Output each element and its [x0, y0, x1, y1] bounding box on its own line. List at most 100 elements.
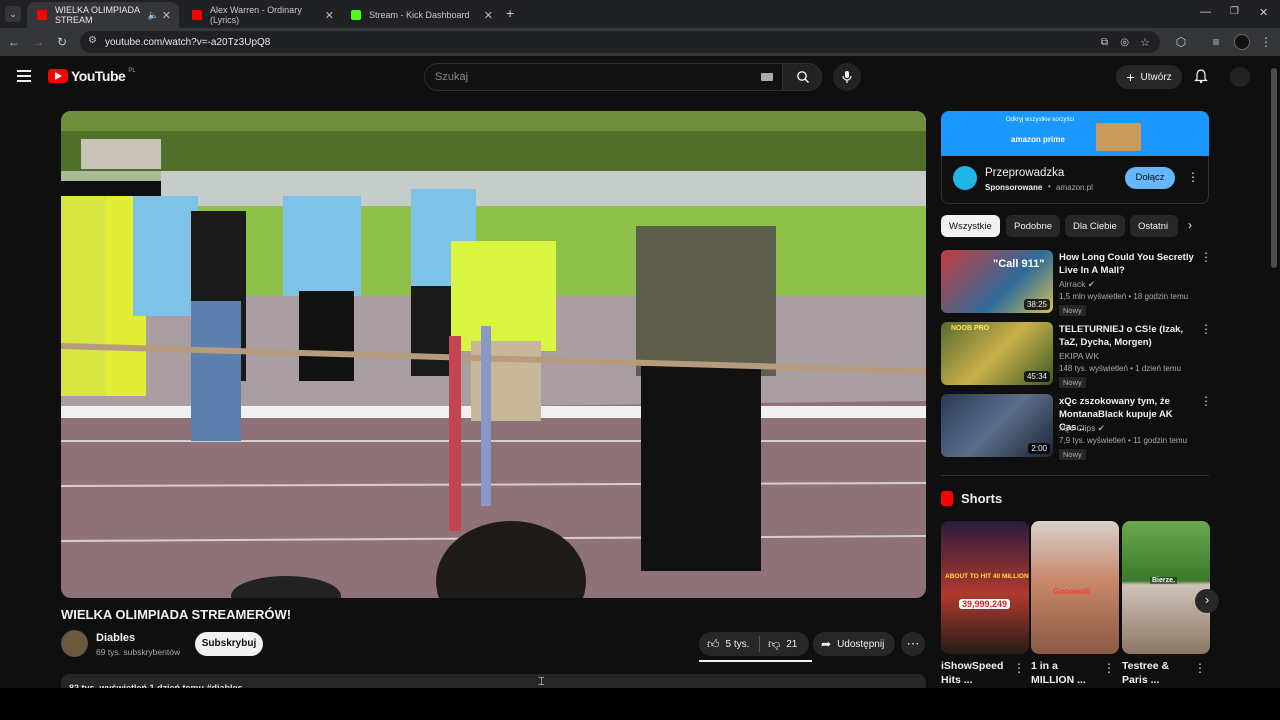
- ad-banner[interactable]: Odkryj wszystkie korzyści amazon prime: [941, 111, 1209, 156]
- bottom-black-strip: [0, 688, 1280, 720]
- close-tab-icon[interactable]: ✕: [484, 9, 493, 22]
- keyboard-icon[interactable]: [761, 73, 773, 81]
- kick-favicon-icon: [351, 10, 361, 20]
- tab-search-button[interactable]: ⌄: [5, 6, 21, 22]
- chip-all[interactable]: Wszystkie: [941, 215, 1000, 237]
- related-meta: 148 tys. wyświetleń • 1 dzień temu: [1059, 364, 1181, 373]
- youtube-logo[interactable]: YouTube PL: [48, 68, 136, 84]
- youtube-favicon-icon: [192, 10, 202, 20]
- chip-recent[interactable]: Ostatni: [1130, 215, 1178, 237]
- sponsored-label: Sponsorowane: [985, 183, 1043, 192]
- tab-label: Stream - Kick Dashboard: [369, 10, 470, 20]
- extensions-icon[interactable]: ⬡: [1173, 34, 1189, 50]
- video-title: WIELKA OLIMPIADA STREAMERÓW!: [61, 607, 292, 622]
- maximize-icon[interactable]: ❐: [1230, 6, 1239, 17]
- media-queue-icon[interactable]: ≡: [1208, 34, 1224, 50]
- search-input[interactable]: Szukaj: [424, 63, 784, 91]
- thumbs-down-icon: 👎︎: [768, 636, 781, 651]
- browser-tab-kick[interactable]: Stream - Kick Dashboard ✕: [341, 2, 501, 28]
- video-thumbnail[interactable]: NOOB PRO 45:34: [941, 322, 1053, 385]
- short-title[interactable]: Testree & Paris ...: [1122, 659, 1192, 687]
- address-bar[interactable]: ⚙ youtube.com/watch?v=-a20Tz3UpQ8 ⧉ ◎ ☆: [80, 31, 1160, 53]
- ad-kebab-icon[interactable]: ⋮: [1187, 170, 1199, 184]
- short-kebab-icon[interactable]: ⋮: [1103, 661, 1115, 675]
- ad-title: Przeprowadzka: [985, 167, 1065, 179]
- chip-for-you[interactable]: Dla Ciebie: [1065, 215, 1125, 237]
- join-button[interactable]: Dołącz: [1125, 167, 1175, 189]
- short-kebab-icon[interactable]: ⋮: [1194, 661, 1206, 675]
- related-meta: 1,5 mln wyświetleń • 18 godzin temu: [1059, 292, 1189, 301]
- related-video-title: How Long Could You Secretly Live In A Ma…: [1059, 252, 1194, 276]
- eye-off-icon[interactable]: ◎: [1120, 37, 1129, 48]
- close-window-icon[interactable]: ✕: [1259, 6, 1268, 19]
- related-video[interactable]: "Call 911" 38:25 How Long Could You Secr…: [941, 250, 1212, 316]
- back-icon[interactable]: ←: [6, 34, 22, 50]
- related-channel: Airrack: [1059, 279, 1086, 289]
- new-badge: Nowy: [1059, 305, 1086, 316]
- search-button[interactable]: [782, 63, 822, 91]
- subscribe-button[interactable]: Subskrybuj: [195, 632, 263, 656]
- microphone-icon: [842, 71, 852, 83]
- related-video[interactable]: NOOB PRO 45:34 TELETURNIEJ o CS!e (Izak,…: [941, 322, 1212, 388]
- video-thumbnail[interactable]: 2:00: [941, 394, 1053, 457]
- box-illustration-icon: [1096, 123, 1141, 151]
- shorts-next-button[interactable]: ›: [1195, 589, 1219, 613]
- thumbs-up-icon: 👍︎: [707, 636, 720, 651]
- channel-line: Airrack ✔: [1059, 279, 1095, 290]
- notifications-bell-icon[interactable]: [1194, 69, 1208, 84]
- browser-tab-bar: ⌄ WIELKA OLIMPIADA STREAM 🔈 ✕ Alex Warre…: [0, 0, 1280, 28]
- account-avatar[interactable]: [1230, 67, 1250, 87]
- hamburger-menu-icon[interactable]: [17, 70, 31, 82]
- short-kebab-icon[interactable]: ⋮: [1013, 661, 1025, 675]
- browser-tab-music[interactable]: Alex Warren - Ordinary (Lyrics) ✕: [182, 2, 342, 28]
- related-video[interactable]: 2:00 xQc zszokowany tym, że MontanaBlack…: [941, 394, 1212, 460]
- related-kebab-icon[interactable]: ⋮: [1200, 394, 1212, 408]
- browser-tab-youtube-active[interactable]: WIELKA OLIMPIADA STREAM 🔈 ✕: [27, 2, 179, 28]
- related-video-title: TELETURNIEJ o CS!e (Izak, TaZ, Dycha, Mo…: [1059, 324, 1184, 348]
- close-tab-icon[interactable]: ✕: [325, 9, 334, 22]
- bookmark-star-icon[interactable]: ☆: [1140, 36, 1150, 49]
- browser-menu-icon[interactable]: ⋮: [1258, 34, 1274, 50]
- minimize-icon[interactable]: —: [1200, 6, 1211, 18]
- forward-icon[interactable]: →: [30, 34, 46, 50]
- share-icon: ➦: [821, 637, 832, 651]
- new-tab-button[interactable]: +: [506, 5, 514, 21]
- short-title[interactable]: iShowSpeed Hits ...: [941, 659, 1011, 687]
- create-button[interactable]: + Utwórz: [1116, 65, 1182, 89]
- video-player[interactable]: [61, 111, 926, 598]
- related-meta: 7,9 tys. wyświetleń • 11 godzin temu: [1059, 436, 1188, 445]
- close-tab-icon[interactable]: ✕: [162, 9, 171, 22]
- chip-related[interactable]: Podobne: [1006, 215, 1061, 237]
- short-thumbnail[interactable]: ABOUT TO HIT 40 MILLION 39,999,249: [941, 521, 1029, 654]
- channel-name[interactable]: Diables: [96, 632, 135, 644]
- region-code: PL: [128, 68, 136, 74]
- related-kebab-icon[interactable]: ⋮: [1200, 250, 1212, 264]
- site-info-icon[interactable]: ⚙: [88, 35, 97, 46]
- like-button[interactable]: 👍︎ 5 tys.: [699, 637, 759, 652]
- profile-avatar[interactable]: [1234, 34, 1250, 50]
- video-thumbnail[interactable]: "Call 911" 38:25: [941, 250, 1053, 313]
- related-kebab-icon[interactable]: ⋮: [1200, 322, 1212, 336]
- chips-next-icon[interactable]: ›: [1188, 218, 1192, 232]
- share-button[interactable]: ➦ Udostępnij: [813, 632, 895, 656]
- section-divider: [941, 475, 1209, 476]
- short-thumbnail[interactable]: Bierze.: [1122, 521, 1210, 654]
- short-title[interactable]: 1 in a MILLION ...: [1031, 659, 1101, 687]
- new-badge: Nowy: [1059, 449, 1086, 460]
- ad-card[interactable]: Przeprowadzka Sponsorowane • amazon.pl D…: [941, 156, 1209, 204]
- thumbnail-caption: "Call 911": [993, 258, 1045, 270]
- voice-search-button[interactable]: [833, 63, 861, 91]
- dislike-button[interactable]: 👎︎ 21: [760, 637, 797, 652]
- search-placeholder: Szukaj: [435, 71, 469, 83]
- tab-label: Alex Warren - Ordinary (Lyrics): [210, 5, 302, 25]
- cast-icon[interactable]: ⧉: [1101, 37, 1108, 48]
- short-caption: ABOUT TO HIT 40 MILLION: [945, 573, 1029, 580]
- channel-avatar[interactable]: [61, 630, 88, 657]
- reload-icon[interactable]: ↻: [54, 34, 70, 50]
- page-scrollbar[interactable]: [1271, 68, 1277, 268]
- share-label: Udostępnij: [837, 638, 885, 650]
- create-label: Utwórz: [1140, 71, 1172, 83]
- short-thumbnail[interactable]: Gooooolll: [1031, 521, 1119, 654]
- speaker-icon[interactable]: 🔈: [148, 10, 159, 21]
- more-actions-button[interactable]: ⋯: [901, 632, 925, 656]
